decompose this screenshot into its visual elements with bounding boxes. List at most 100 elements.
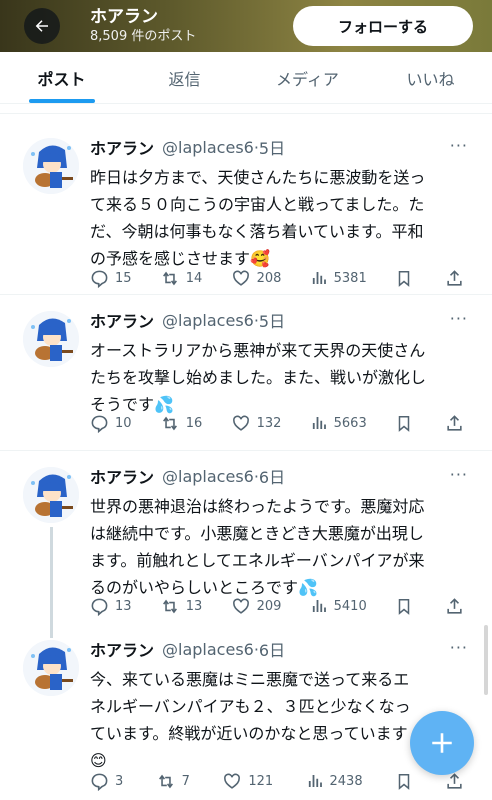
repost-count: 7 — [181, 773, 190, 789]
thread-connector — [50, 527, 53, 626]
profile-name: ホアラン — [90, 7, 158, 27]
tweet[interactable]: ホアラン @laplaces6 · 5日 ··· オーストラリアから悪神が来て天… — [0, 295, 492, 451]
reply-button[interactable]: 13 — [90, 597, 132, 616]
back-button[interactable] — [24, 8, 60, 44]
avatar[interactable] — [23, 640, 79, 696]
reply-icon — [91, 773, 108, 791]
view-count: 5663 — [333, 415, 367, 431]
tab-replies[interactable]: 返信 — [123, 52, 246, 103]
avatar[interactable] — [23, 138, 79, 194]
heart-icon — [224, 773, 241, 789]
avatar[interactable] — [23, 467, 79, 523]
reply-button[interactable]: 15 — [90, 269, 132, 288]
repost-icon — [162, 416, 177, 430]
arrow-left-icon — [35, 20, 48, 32]
tab-posts[interactable]: ポスト — [0, 52, 123, 103]
bookmark-icon — [398, 598, 410, 615]
analytics-icon — [312, 272, 326, 284]
view-count: 5410 — [333, 598, 367, 614]
share-icon — [447, 414, 462, 431]
like-button[interactable]: 209 — [231, 597, 281, 616]
bookmark-icon — [398, 415, 410, 432]
repost-button[interactable]: 13 — [160, 597, 203, 616]
share-button[interactable] — [445, 269, 470, 288]
tab-likes[interactable]: いいね — [369, 52, 492, 103]
tweet[interactable]: ホアラン @laplaces6 · 6日 ··· 世界の悪神退治は終わったようで… — [0, 451, 492, 626]
tweet-handle[interactable]: @laplaces6 — [162, 640, 254, 659]
feed-divider — [0, 104, 492, 114]
bookmark-button[interactable] — [395, 597, 419, 616]
view-count: 2438 — [329, 773, 363, 789]
follow-button[interactable]: フォローする — [293, 6, 473, 46]
compose-button[interactable] — [410, 711, 474, 775]
tab-label: ポスト — [37, 69, 86, 89]
scrollbar[interactable] — [484, 625, 488, 695]
tweet[interactable]: ホアラン @laplaces6 · 5日 ··· 昨日は夕方まで、天使さんたちに… — [0, 114, 492, 295]
tweet-handle[interactable]: @laplaces6 — [162, 467, 254, 486]
avatar[interactable] — [23, 311, 79, 367]
reply-count: 3 — [115, 773, 124, 789]
tab-media[interactable]: メディア — [246, 52, 369, 103]
views-button[interactable]: 5381 — [310, 269, 367, 287]
share-button[interactable] — [445, 414, 470, 433]
views-button[interactable]: 2438 — [306, 772, 363, 790]
tweet-handle[interactable]: @laplaces6 — [162, 311, 254, 330]
plus-icon — [432, 733, 452, 753]
reply-button[interactable]: 10 — [90, 414, 132, 433]
active-tab-indicator — [28, 99, 95, 103]
like-count: 132 — [256, 415, 282, 431]
more-options-icon[interactable]: ··· — [450, 638, 468, 657]
share-button[interactable] — [445, 772, 470, 791]
like-count: 121 — [248, 773, 274, 789]
analytics-icon — [308, 775, 322, 787]
bookmark-button[interactable] — [395, 269, 419, 288]
repost-button[interactable]: 14 — [160, 269, 203, 288]
views-button[interactable]: 5410 — [310, 597, 367, 615]
repost-button[interactable]: 7 — [156, 772, 190, 791]
tweet-date[interactable]: 6日 — [259, 637, 285, 661]
reply-icon — [91, 270, 108, 288]
repost-count: 14 — [185, 270, 203, 286]
bookmark-button[interactable] — [395, 772, 419, 791]
repost-icon — [158, 774, 173, 788]
tweet-date[interactable]: 6日 — [259, 464, 285, 488]
tweet-author[interactable]: ホアラン — [90, 464, 154, 488]
tweet-handle[interactable]: @laplaces6 — [162, 138, 254, 157]
share-icon — [447, 269, 462, 286]
profile-header: ホアラン 8,509 件のポスト フォローする — [0, 0, 492, 52]
more-options-icon[interactable]: ··· — [450, 465, 468, 484]
more-options-icon[interactable]: ··· — [450, 136, 468, 155]
like-button[interactable]: 132 — [231, 414, 282, 433]
like-button[interactable]: 208 — [231, 269, 282, 288]
tweet-text: 世界の悪神退治は終わったようです。悪魔対応 は継続中です。小悪魔ときどき大悪魔が… — [90, 497, 425, 597]
repost-icon — [162, 599, 177, 613]
tweet-date[interactable]: 5日 — [259, 135, 285, 159]
analytics-icon — [312, 417, 326, 429]
more-options-icon[interactable]: ··· — [450, 309, 468, 328]
avatar-illustration — [23, 138, 79, 194]
heart-icon — [232, 415, 249, 431]
avatar-illustration — [23, 640, 79, 696]
repost-count: 13 — [185, 598, 203, 614]
bookmark-icon — [398, 270, 410, 287]
tweet-author[interactable]: ホアラン — [90, 135, 154, 159]
heart-icon — [232, 598, 249, 614]
timeline: ホアラン @laplaces6 · 5日 ··· 昨日は夕方まで、天使さんたちに… — [0, 104, 492, 800]
tweet[interactable]: ホアラン @laplaces6 · 6日 ··· 今、来ている悪魔はミニ悪魔で送… — [0, 626, 492, 800]
reply-button[interactable]: 3 — [90, 772, 123, 791]
tweet-date[interactable]: 5日 — [259, 308, 285, 332]
tab-label: いいね — [406, 69, 455, 89]
tweet-author[interactable]: ホアラン — [90, 308, 154, 332]
post-count: 8,509 件のポスト — [90, 29, 197, 44]
heart-icon — [232, 270, 249, 286]
analytics-icon — [312, 600, 326, 612]
like-count: 208 — [256, 270, 282, 286]
repost-button[interactable]: 16 — [160, 414, 202, 433]
tweet-author[interactable]: ホアラン — [90, 637, 154, 661]
like-button[interactable]: 121 — [222, 772, 273, 791]
views-button[interactable]: 5663 — [310, 414, 367, 432]
bookmark-button[interactable] — [395, 414, 419, 433]
reply-icon — [91, 415, 108, 433]
share-button[interactable] — [445, 597, 470, 616]
reply-count: 13 — [115, 598, 132, 614]
